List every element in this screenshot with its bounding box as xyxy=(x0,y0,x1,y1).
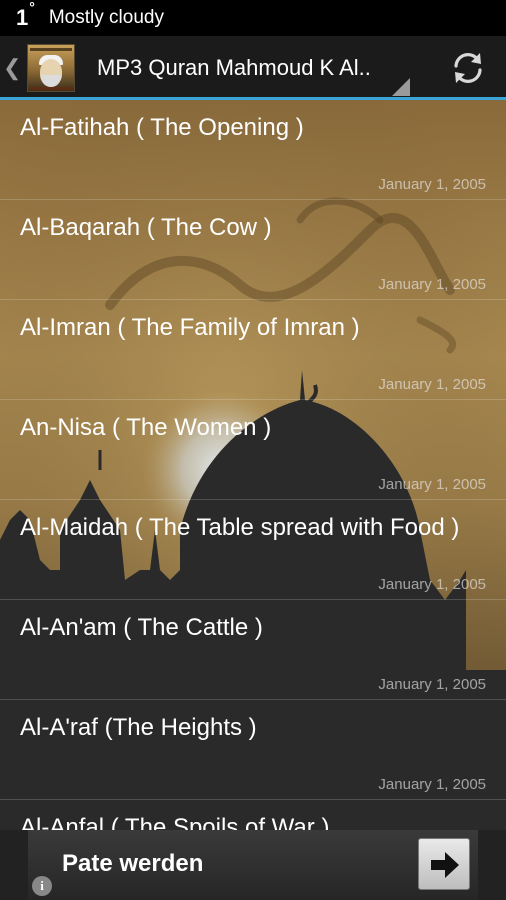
list-item[interactable]: Al-Maidah ( The Table spread with Food )… xyxy=(0,500,506,600)
surah-title: An-Nisa ( The Women ) xyxy=(20,414,272,441)
surah-date: January 1, 2005 xyxy=(378,176,486,193)
ad-text: Pate werden xyxy=(62,850,204,877)
ad-info-icon[interactable]: i xyxy=(32,876,52,896)
list-item[interactable]: Al-Imran ( The Family of Imran ) January… xyxy=(0,300,506,400)
surah-title: Al-Imran ( The Family of Imran ) xyxy=(20,314,360,341)
ad-content[interactable]: Pate werden xyxy=(28,830,478,900)
temperature: 1° xyxy=(16,0,35,30)
app-title-spinner[interactable]: MP3 Quran Mahmoud K Al.. xyxy=(97,55,506,81)
weather-text: Mostly cloudy xyxy=(48,7,164,28)
list-item[interactable]: Al-A'raf (The Heights ) January 1, 2005 xyxy=(0,700,506,800)
surah-date: January 1, 2005 xyxy=(378,476,486,493)
surah-list[interactable]: Al-Fatihah ( The Opening ) January 1, 20… xyxy=(0,100,506,830)
surah-title: Al-A'raf (The Heights ) xyxy=(20,714,257,741)
ad-arrow-button[interactable] xyxy=(418,838,470,890)
surah-date: January 1, 2005 xyxy=(378,276,486,293)
surah-title: Al-Fatihah ( The Opening ) xyxy=(20,114,304,141)
list-item[interactable]: Al-Fatihah ( The Opening ) January 1, 20… xyxy=(0,100,506,200)
status-bar: 1° Mostly cloudy xyxy=(0,0,506,36)
dropdown-triangle-icon xyxy=(392,78,410,96)
arrow-right-icon xyxy=(431,852,459,878)
action-bar: ❮ MP3 Quran Mahmoud K Al.. xyxy=(0,36,506,100)
list-item[interactable]: An-Nisa ( The Women ) January 1, 2005 xyxy=(0,400,506,500)
up-caret-icon[interactable]: ❮ xyxy=(3,55,21,81)
list-item[interactable]: Al-An'am ( The Cattle ) January 1, 2005 xyxy=(0,600,506,700)
list-item[interactable]: Al-Anfal ( The Spoils of War ) xyxy=(0,800,506,830)
surah-date: January 1, 2005 xyxy=(378,576,486,593)
surah-title: Al-Baqarah ( The Cow ) xyxy=(20,214,272,241)
refresh-icon[interactable] xyxy=(450,50,486,86)
surah-date: January 1, 2005 xyxy=(378,776,486,793)
ad-banner[interactable]: Pate werden xyxy=(0,830,506,900)
app-icon[interactable] xyxy=(27,44,75,92)
surah-title: Al-An'am ( The Cattle ) xyxy=(20,614,263,641)
surah-date: January 1, 2005 xyxy=(378,376,486,393)
surah-title: Al-Maidah ( The Table spread with Food ) xyxy=(20,514,460,541)
list-item[interactable]: Al-Baqarah ( The Cow ) January 1, 2005 xyxy=(0,200,506,300)
surah-title: Al-Anfal ( The Spoils of War ) xyxy=(20,814,330,830)
surah-date: January 1, 2005 xyxy=(378,676,486,693)
